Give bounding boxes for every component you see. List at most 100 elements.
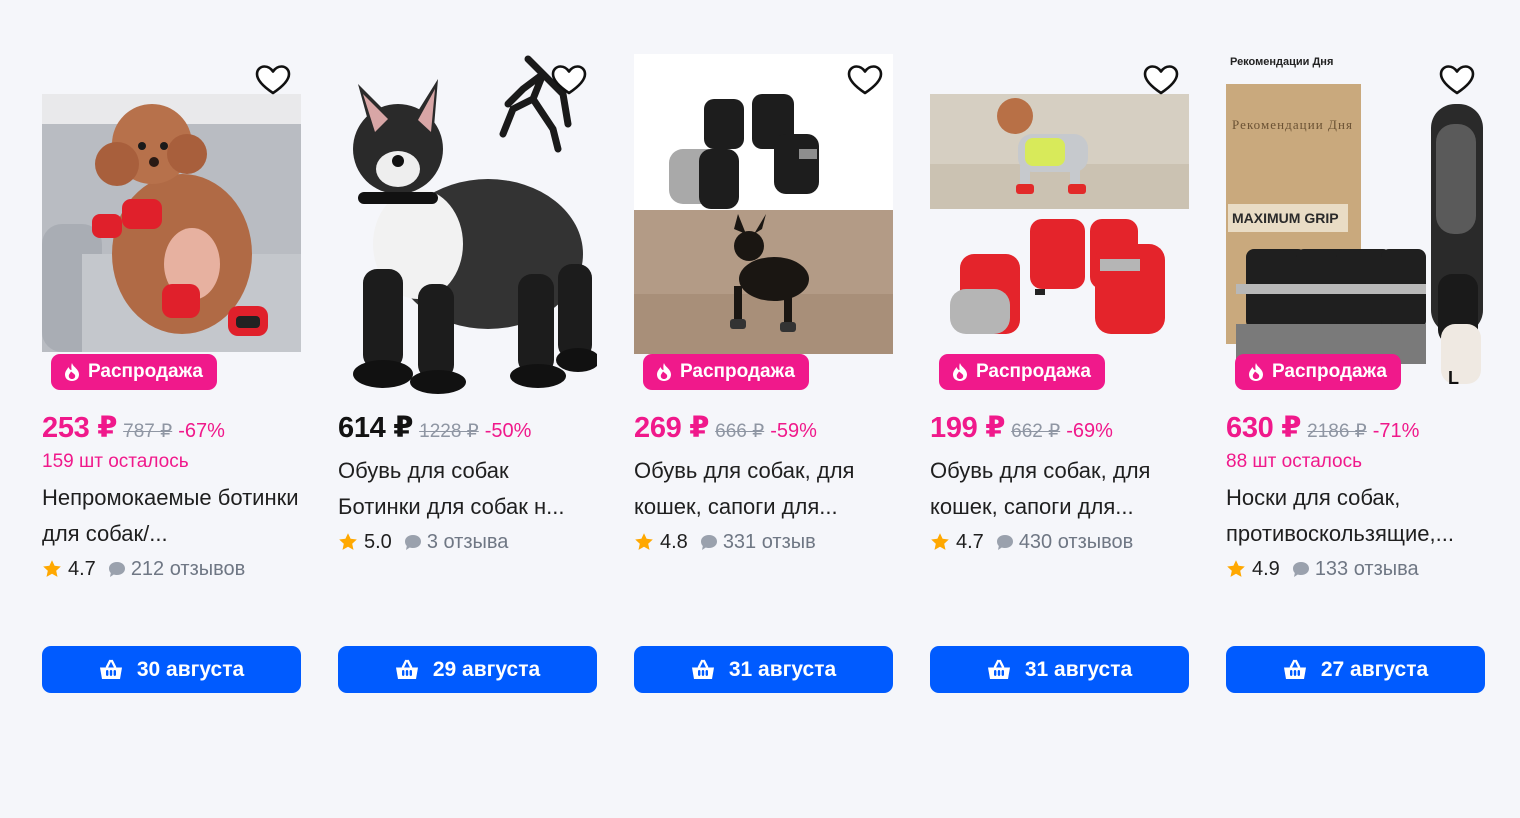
product-image[interactable] [930,54,1189,394]
star-icon [634,532,654,552]
star-icon [930,532,950,552]
sale-label: Распродажа [88,361,203,382]
old-price: 2186 ₽ [1307,421,1367,442]
comment-icon [996,534,1014,551]
delivery-date: 30 августа [136,657,245,681]
add-to-favorites-button[interactable] [255,64,291,96]
stock-left: 88 шт осталось [1226,451,1363,472]
product-media: Распродажа [634,54,893,394]
comment-icon [700,534,718,551]
basket-icon [987,659,1011,681]
basket-icon [691,659,715,681]
product-image[interactable]: Рекомендации Дня MAXIMUM GRIP L Рекоменд… [1226,54,1485,394]
rating-row: 4.7 430 отзывов [930,528,1189,556]
rating-value: 4.7 [956,530,984,553]
product-media: Распродажа [930,54,1189,394]
reviews-count[interactable]: 430 отзывов [1019,531,1133,554]
delivery-date-button[interactable]: 31 августа [634,646,893,693]
delivery-date-button[interactable]: 30 августа [42,646,301,693]
rating-value: 4.9 [1252,557,1280,580]
basket-icon [99,659,123,681]
delivery-date-button[interactable]: 29 августа [338,646,597,693]
comment-icon [108,561,126,578]
delivery-date: 31 августа [1024,657,1133,681]
heart-icon [1439,64,1475,96]
product-card[interactable]: Распродажа 199 ₽ 662 ₽ -69% Обувь для со… [930,54,1189,694]
discount-percent: -71% [1372,420,1420,442]
heart-icon [847,64,883,96]
sale-badge: Распродажа [51,354,217,390]
reviews-count[interactable]: 212 отзывов [131,558,245,581]
sale-badge: Распродажа [643,354,809,390]
product-image[interactable] [634,54,893,394]
rating-value: 4.8 [660,530,688,553]
discount-percent: -59% [770,420,817,442]
add-to-favorites-button[interactable] [551,64,587,96]
product-card[interactable]: Распродажа 253 ₽ 787 ₽ -67% 159 шт остал… [42,54,301,694]
add-to-favorites-button[interactable] [1143,64,1179,96]
rating-value: 4.7 [68,557,96,580]
sale-badge: Распродажа [1235,354,1401,390]
fire-icon [1247,362,1265,382]
reviews-count[interactable]: 331 отзыв [723,531,816,554]
price-row: 199 ₽ 662 ₽ -69% [930,410,1189,444]
old-price: 666 ₽ [715,421,765,442]
delivery-date: 27 августа [1320,657,1429,681]
price-row: 614 ₽ 1228 ₽ -50% [338,410,597,444]
comment-icon [404,534,422,551]
basket-icon [1283,659,1307,681]
discount-percent: -69% [1066,420,1113,442]
heart-icon [551,64,587,96]
reviews-count[interactable]: 3 отзыва [427,531,509,554]
product-card[interactable]: 614 ₽ 1228 ₽ -50% Обувь для собак Ботинк… [338,54,597,694]
reviews-count[interactable]: 133 отзыва [1315,558,1419,581]
star-icon [1226,559,1246,579]
product-image[interactable] [338,54,597,394]
rating-value: 5.0 [364,530,392,553]
current-price: 269 ₽ [634,412,710,444]
fire-icon [63,362,81,382]
star-icon [42,559,62,579]
product-grid: Распродажа 253 ₽ 787 ₽ -67% 159 шт остал… [42,54,1485,694]
discount-percent: -67% [178,420,225,442]
fire-icon [951,362,969,382]
box-grip-text: MAXIMUM GRIP [1232,210,1339,226]
delivery-date-button[interactable]: 31 августа [930,646,1189,693]
add-to-favorites-button[interactable] [847,64,883,96]
heart-icon [255,64,291,96]
size-label: L [1448,368,1459,388]
comment-icon [1292,561,1310,578]
rating-row: 4.7 212 отзывов [42,555,301,583]
product-title[interactable]: Непромокаемые ботинки для собак/... [42,480,301,552]
product-title[interactable]: Обувь для собак, для кошек, сапоги для..… [930,453,1189,525]
product-card[interactable]: Распродажа 269 ₽ 666 ₽ -59% Обувь для со… [634,54,893,694]
old-price: 787 ₽ [123,421,173,442]
price-row: 253 ₽ 787 ₽ -67% [42,410,301,444]
sale-label: Распродажа [680,361,795,382]
price-row: 630 ₽ 2186 ₽ -71% [1226,410,1485,444]
price-row: 269 ₽ 666 ₽ -59% [634,410,893,444]
product-title[interactable]: Обувь для собак, для кошек, сапоги для..… [634,453,893,525]
heart-icon [1143,64,1179,96]
brand-caption: Рекомендации Дня [1230,56,1334,68]
current-price: 614 ₽ [338,412,414,444]
current-price: 199 ₽ [930,412,1006,444]
delivery-date: 29 августа [432,657,541,681]
current-price: 253 ₽ [42,412,118,444]
sale-badge: Распродажа [939,354,1105,390]
discount-percent: -50% [484,420,532,442]
product-image[interactable] [42,94,301,352]
add-to-favorites-button[interactable] [1439,64,1475,96]
rating-row: 4.9 133 отзыва [1226,555,1485,583]
product-media: Распродажа [42,54,301,394]
product-title[interactable]: Обувь для собак Ботинки для собак н... [338,453,597,525]
delivery-date-button[interactable]: 27 августа [1226,646,1485,693]
fire-icon [655,362,673,382]
product-title[interactable]: Носки для собак, противоскользящие,... [1226,480,1485,552]
current-price: 630 ₽ [1226,412,1302,444]
sale-label: Распродажа [976,361,1091,382]
stock-left: 159 шт осталось [42,451,189,472]
box-text: Рекомендации Дня [1232,117,1352,132]
star-icon [338,532,358,552]
product-card[interactable]: Рекомендации Дня MAXIMUM GRIP L Рекоменд… [1226,54,1485,694]
